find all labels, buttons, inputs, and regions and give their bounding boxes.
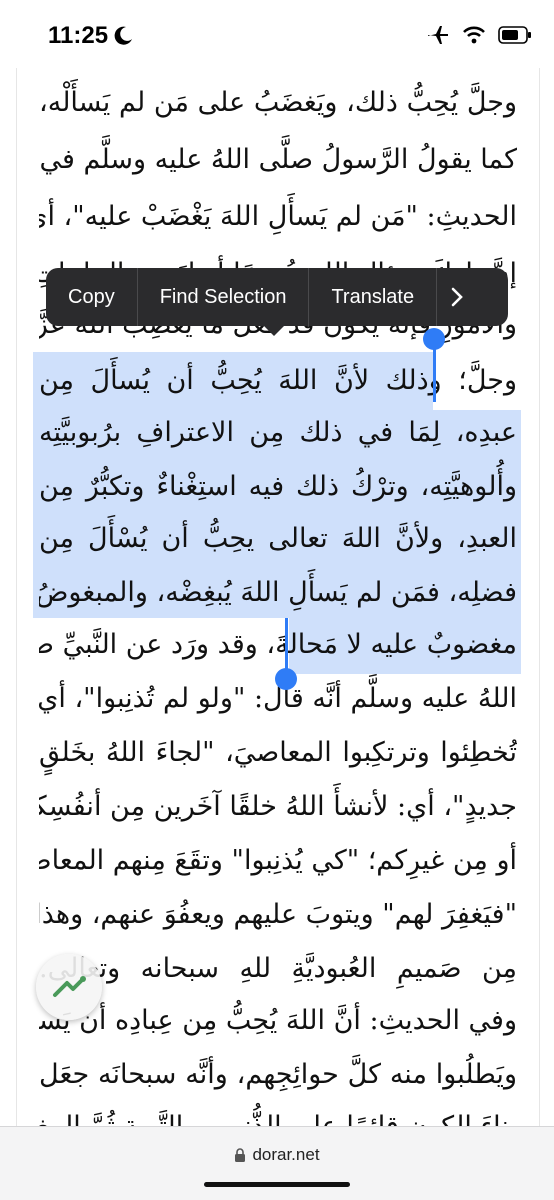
article-line[interactable]: كما يقولُ الرَّسولُ صلَّى اللهُ عليه وسل… <box>39 131 517 189</box>
translate-menu-item[interactable]: Translate <box>309 268 436 326</box>
article-line[interactable]: فضلِه، فمَن لم يَسأَلِ اللهَ يُبغِضْه، و… <box>39 564 517 622</box>
selection-start-handle[interactable] <box>423 328 445 350</box>
article-line[interactable]: ويَطلُبوا منه كلَّ حوائِجِهم، وأنَّه سبح… <box>39 1046 517 1104</box>
article-line[interactable]: الحديثِ: "مَن لم يَسأَلِ اللهَ يَغْضَبْ … <box>39 188 517 246</box>
wifi-icon <box>463 26 485 44</box>
status-bar: 11:25 <box>0 0 554 68</box>
airplane-icon <box>428 26 448 44</box>
status-time: 11:25 <box>48 22 109 49</box>
copy-menu-item[interactable]: Copy <box>46 268 138 326</box>
article-line[interactable]: وجلَّ؛ وذلك لأنَّ اللهَ يُحِبُّ أن يُسأَ… <box>39 352 517 410</box>
app-logo-icon <box>53 976 86 997</box>
lock-icon <box>235 1148 246 1163</box>
article-line[interactable]: "فيَغفِرَ لهم" ويتوبَ عليهم ويعفُوَ عنهم… <box>39 886 517 944</box>
article-line[interactable]: مِن صَميمِ العُبوديَّةِ للهِ سبحانه وتعا… <box>39 940 517 998</box>
url-display[interactable]: dorar.net <box>0 1145 554 1165</box>
article-line[interactable]: عبدِه، لِمَا في ذلك مِن الاعترافِ برُبوب… <box>39 404 517 462</box>
url-text: dorar.net <box>252 1145 320 1164</box>
browser-bottom-bar: dorar.net <box>0 1126 554 1200</box>
article-line[interactable]: بِناءَ الكونِ قائمًا على الذُّنوبِ والتَ… <box>39 1098 517 1126</box>
article-line[interactable]: وأُلوهيَّتِه، وترْكُ ذلك فيه استِغْناءٌ … <box>39 458 517 516</box>
text-selection-menu: Copy Find Selection Translate <box>46 268 508 326</box>
home-indicator[interactable] <box>204 1182 350 1187</box>
selection-end-handle-bar[interactable] <box>285 618 288 672</box>
article-line[interactable]: جديدٍ"، أي: لأنشأَ اللهُ خلقًا آخَرين مِ… <box>39 778 517 836</box>
article-line[interactable]: تُخطِئوا وترتكِبوا المعاصيَ، "لجاءَ الله… <box>39 724 517 782</box>
selection-end-handle[interactable] <box>275 668 297 690</box>
article-line[interactable]: أو مِن غيرِكم؛ "كي يُذنِبوا" وتقَعَ مِنه… <box>39 832 517 890</box>
article-line[interactable]: وفي الحديثِ: أنَّ اللهَ يُحِبُّ مِن عِبا… <box>39 992 517 1050</box>
selection-start-handle-bar[interactable] <box>433 348 436 402</box>
moon-icon <box>114 26 132 45</box>
article-line[interactable]: العبدِ، ولأنَّ اللهَ تعالى يحِبُّ أن يُس… <box>39 510 517 568</box>
floating-app-button[interactable] <box>36 954 102 1020</box>
find-selection-menu-item[interactable]: Find Selection <box>138 268 310 326</box>
chevron-right-icon <box>451 287 463 307</box>
article-line[interactable]: مغضوبٌ عليه لا مَحالةَ، وقد ورَد عن النَ… <box>39 616 517 674</box>
more-options-button[interactable] <box>436 268 477 326</box>
battery-icon <box>498 26 531 44</box>
menu-caret <box>262 324 286 336</box>
article-line[interactable]: وجلَّ يُحِبُّ ذلك، ويَغضَبُ على مَن لم ي… <box>39 74 517 132</box>
